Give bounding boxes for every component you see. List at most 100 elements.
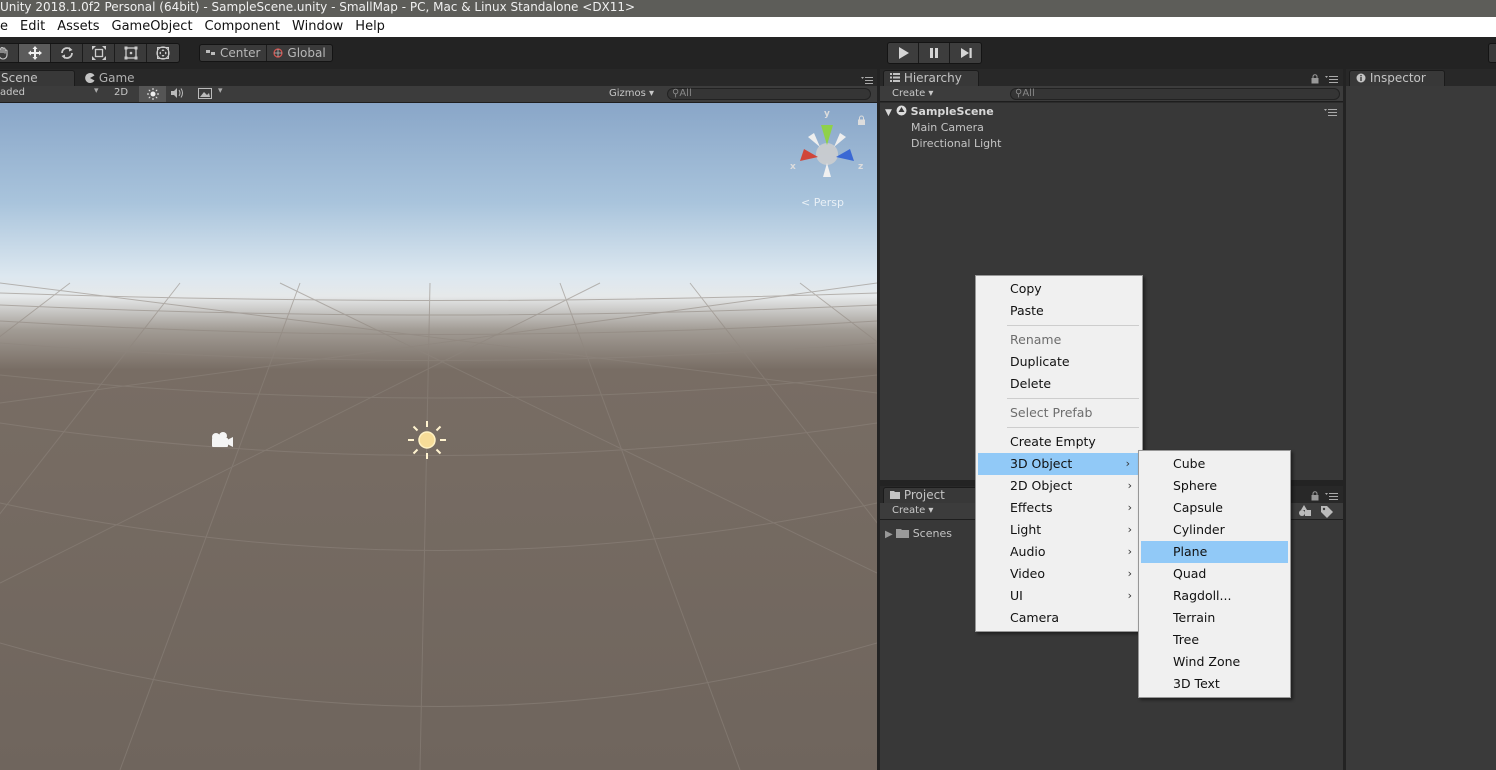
menu-gameobject[interactable]: GameObject: [106, 17, 199, 37]
hand-tool-icon[interactable]: [0, 44, 19, 62]
hierarchy-item-directional-light[interactable]: Directional Light: [911, 136, 1001, 152]
scene-viewport[interactable]: y x z < Persp: [0, 103, 877, 770]
menu-component[interactable]: Component: [199, 17, 286, 37]
hierarchy-create-button[interactable]: Create ▾: [888, 87, 937, 101]
menu-item-video[interactable]: Video ›: [978, 563, 1140, 585]
expand-arrow-icon[interactable]: ▼: [885, 108, 892, 118]
menu-item-light[interactable]: Light ›: [978, 519, 1140, 541]
tab-scene-label: Scene: [1, 71, 38, 85]
list-icon: [890, 73, 900, 82]
menu-item-duplicate[interactable]: Duplicate: [978, 351, 1140, 373]
submenu-item-3d-text[interactable]: 3D Text: [1141, 673, 1288, 695]
window-title: Unity 2018.1.0f2 Personal (64bit) - Samp…: [0, 0, 636, 14]
hierarchy-tabstrip: Hierarchy: [880, 69, 1343, 86]
menu-file[interactable]: e: [0, 17, 14, 37]
camera-gizmo-icon[interactable]: [208, 430, 236, 450]
menu-item-create-empty[interactable]: Create Empty: [978, 431, 1140, 453]
filter-by-label-icon[interactable]: [1320, 505, 1334, 518]
menu-item-ui[interactable]: UI ›: [978, 585, 1140, 607]
scale-tool-icon[interactable]: [83, 44, 115, 62]
effects-dropdown-icon[interactable]: ▾: [218, 86, 223, 96]
perspective-label[interactable]: < Persp: [801, 196, 844, 209]
menu-item-paste[interactable]: Paste: [978, 300, 1140, 322]
submenu-item-terrain[interactable]: Terrain: [1141, 607, 1288, 629]
tab-inspector[interactable]: Inspector: [1349, 70, 1445, 86]
shading-dropdown-icon[interactable]: ▾: [94, 86, 99, 96]
submenu-arrow-icon: ›: [1125, 457, 1130, 470]
tab-inspector-label: Inspector: [1369, 71, 1426, 85]
axis-z-label: z: [858, 162, 864, 172]
folder-row-scenes[interactable]: ▶ Scenes: [885, 526, 952, 542]
submenu-item-capsule[interactable]: Capsule: [1141, 497, 1288, 519]
submenu-item-cylinder[interactable]: Cylinder: [1141, 519, 1288, 541]
layers-dropdown[interactable]: [1488, 43, 1496, 63]
gizmos-dropdown[interactable]: Gizmos ▾: [609, 88, 654, 99]
folder-expand-icon[interactable]: ▶: [885, 529, 893, 540]
tab-hierarchy[interactable]: Hierarchy: [883, 70, 979, 86]
hierarchy-lock-icon[interactable]: [1311, 74, 1319, 84]
menu-item-audio[interactable]: Audio ›: [978, 541, 1140, 563]
menu-item-audio-label: Audio: [1010, 544, 1046, 559]
menu-item-2d-object-label: 2D Object: [1010, 478, 1073, 493]
tab-project[interactable]: Project: [883, 487, 978, 503]
project-create-label: Create: [892, 505, 926, 516]
menu-item-select-prefab[interactable]: Select Prefab: [978, 402, 1140, 424]
menu-edit[interactable]: Edit: [14, 17, 51, 37]
scene-lighting-button[interactable]: [139, 86, 166, 102]
transform-tool-icon[interactable]: [147, 44, 179, 62]
menu-item-3d-object[interactable]: 3D Object ›: [978, 453, 1138, 475]
rotate-tool-icon[interactable]: [51, 44, 83, 62]
submenu-item-plane[interactable]: Plane: [1141, 541, 1288, 563]
project-lock-icon[interactable]: [1311, 491, 1319, 501]
scene-root-row[interactable]: ▼ SampleScene: [885, 104, 994, 120]
pivot-rotation-button[interactable]: Global: [267, 45, 331, 61]
shading-mode-label[interactable]: aded: [0, 87, 25, 98]
play-icon[interactable]: [888, 43, 919, 63]
menu-assets[interactable]: Assets: [51, 17, 105, 37]
hierarchy-create-label: Create: [892, 88, 926, 99]
scene-audio-button[interactable]: [170, 87, 184, 102]
menu-help[interactable]: Help: [349, 17, 391, 37]
submenu-arrow-icon: ›: [1127, 589, 1132, 602]
pause-icon[interactable]: [919, 43, 950, 63]
project-menu-icon[interactable]: [1325, 492, 1339, 500]
hierarchy-menu-icon[interactable]: [1325, 75, 1339, 83]
menu-item-delete[interactable]: Delete: [978, 373, 1140, 395]
project-create-button[interactable]: Create ▾: [888, 504, 937, 518]
tab-game[interactable]: Game: [80, 70, 150, 86]
menu-window[interactable]: Window: [286, 17, 349, 37]
menu-item-copy[interactable]: Copy: [978, 278, 1140, 300]
hierarchy-item-main-camera[interactable]: Main Camera: [911, 120, 984, 136]
filter-by-type-icon[interactable]: [1298, 505, 1312, 517]
info-icon: [1356, 73, 1366, 83]
hierarchy-search-input[interactable]: ⚲All: [1010, 88, 1340, 100]
pivot-mode-button[interactable]: Center: [200, 45, 268, 61]
submenu-item-tree[interactable]: Tree: [1141, 629, 1288, 651]
move-tool-icon[interactable]: [19, 44, 51, 62]
menu-item-video-label: Video: [1010, 566, 1046, 581]
submenu-item-wind-zone[interactable]: Wind Zone: [1141, 651, 1288, 673]
scene-effects-button[interactable]: [198, 88, 212, 102]
light-gizmo-icon[interactable]: [406, 419, 448, 461]
scene-row-menu-icon[interactable]: [1324, 108, 1338, 116]
pivot-toggles: Center Global: [199, 44, 333, 62]
submenu-item-quad[interactable]: Quad: [1141, 563, 1288, 585]
rect-tool-icon[interactable]: [115, 44, 147, 62]
submenu-item-cube[interactable]: Cube: [1141, 453, 1288, 475]
panel-menu-icon[interactable]: [860, 76, 874, 84]
folder-name: Scenes: [912, 527, 952, 540]
menu-item-camera[interactable]: Camera: [978, 607, 1140, 629]
submenu-item-sphere[interactable]: Sphere: [1141, 475, 1288, 497]
menu-item-effects[interactable]: Effects ›: [978, 497, 1140, 519]
menu-item-rename[interactable]: Rename: [978, 329, 1140, 351]
mode-2d-button[interactable]: 2D: [108, 87, 134, 98]
lock-icon[interactable]: [857, 115, 866, 126]
menu-item-2d-object[interactable]: 2D Object ›: [978, 475, 1140, 497]
tab-scene[interactable]: Scene: [0, 70, 75, 86]
scene-search-input[interactable]: ⚲All: [667, 88, 871, 100]
main-menu-bar: e Edit Assets GameObject Component Windo…: [0, 17, 1496, 37]
globe-icon: [273, 48, 283, 58]
submenu-item-ragdoll[interactable]: Ragdoll...: [1141, 585, 1288, 607]
menu-separator: [1007, 427, 1139, 428]
step-icon[interactable]: [950, 43, 981, 63]
